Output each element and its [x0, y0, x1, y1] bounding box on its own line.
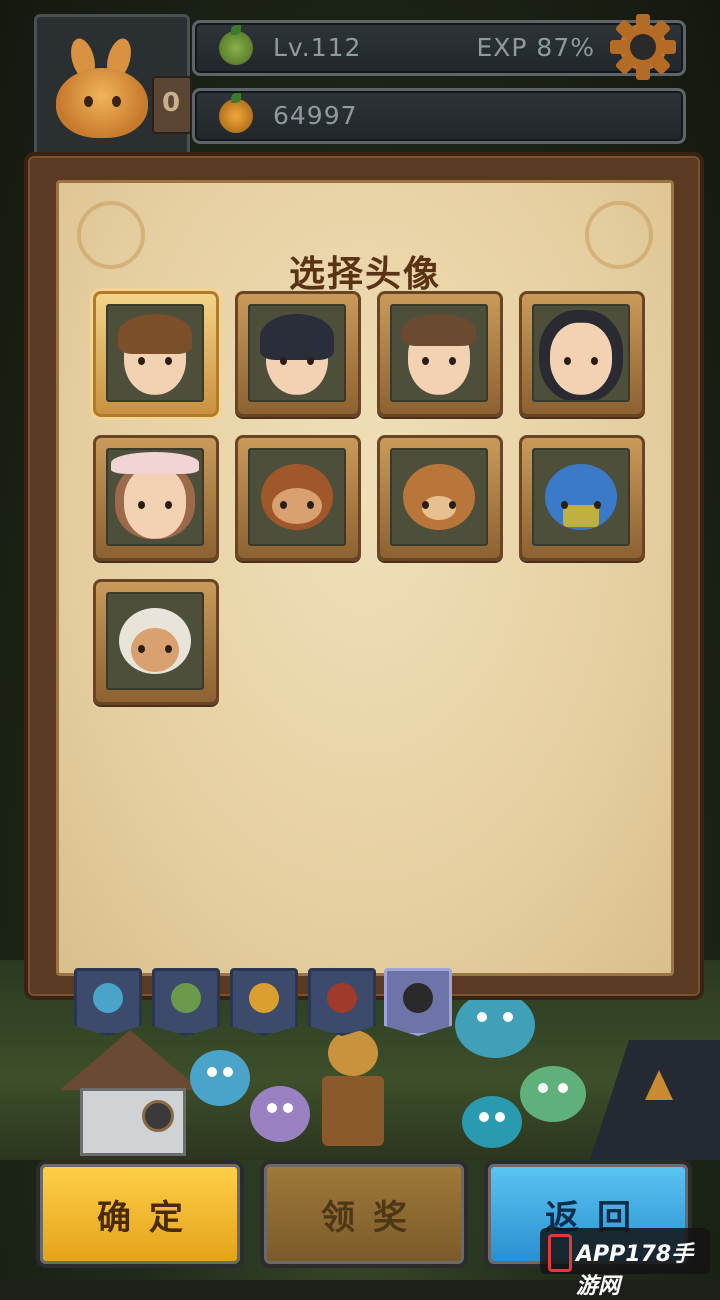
- counter-digit: 0: [162, 88, 181, 118]
- tab-yellow-monster[interactable]: [230, 968, 298, 1036]
- confirm-button[interactable]: 确定: [36, 1160, 244, 1268]
- level-leaf-icon: [219, 25, 253, 65]
- avatar-glasses-girl[interactable]: [519, 291, 645, 417]
- panel-parchment: 选择头像: [56, 180, 674, 976]
- panel-title: 选择头像: [288, 254, 441, 295]
- coins-bar: 64997: [192, 88, 686, 144]
- avatar-select-panel: 选择头像: [24, 152, 704, 1000]
- mascot-avatar[interactable]: [50, 35, 154, 138]
- yellow-monster-icon: [249, 983, 279, 1013]
- claim-reward-button[interactable]: 领奖: [260, 1160, 468, 1268]
- watermark-logo: APP178手游网: [540, 1228, 710, 1299]
- blue-monster-icon: [93, 983, 123, 1013]
- counter-badge: 0: [152, 76, 192, 134]
- fruit-coin-icon: [219, 93, 253, 133]
- village-house: [60, 1030, 200, 1156]
- red-monster-icon: [327, 983, 357, 1013]
- tab-blue-monster[interactable]: [74, 968, 142, 1036]
- coins-text: 64997: [273, 101, 358, 130]
- mystery-bomb-icon: [403, 983, 433, 1013]
- golden-statue: [318, 1030, 388, 1150]
- green-monster-icon: [171, 983, 201, 1013]
- monster-purple: [250, 1086, 310, 1142]
- settings-gear-icon[interactable]: [610, 14, 676, 80]
- avatar-luchador-mask[interactable]: [519, 435, 645, 561]
- claim-label: 领奖: [321, 1197, 425, 1238]
- avatar-bonnet-girl[interactable]: [93, 435, 219, 561]
- avatar-short-hair-boy[interactable]: [377, 291, 503, 417]
- avatar-turban-man[interactable]: [93, 579, 219, 705]
- avatar-brown-hair-man[interactable]: [93, 291, 219, 417]
- tab-mystery[interactable]: [384, 968, 452, 1036]
- level-text: Lv.112: [273, 33, 362, 62]
- watermark-text: APP178手游网: [576, 1242, 694, 1299]
- monster-green: [520, 1066, 586, 1122]
- tab-red-monster[interactable]: [308, 968, 376, 1036]
- confirm-label: 确定: [97, 1197, 201, 1238]
- tab-green-monster[interactable]: [152, 968, 220, 1036]
- monster-teal: [455, 992, 535, 1058]
- monster-blue: [190, 1050, 250, 1106]
- avatar-bear[interactable]: [377, 435, 503, 561]
- avatar-monkey[interactable]: [235, 435, 361, 561]
- monster-cyan: [462, 1096, 522, 1148]
- exp-text: EXP 87%: [476, 33, 595, 62]
- avatar-dark-hair-boy[interactable]: [235, 291, 361, 417]
